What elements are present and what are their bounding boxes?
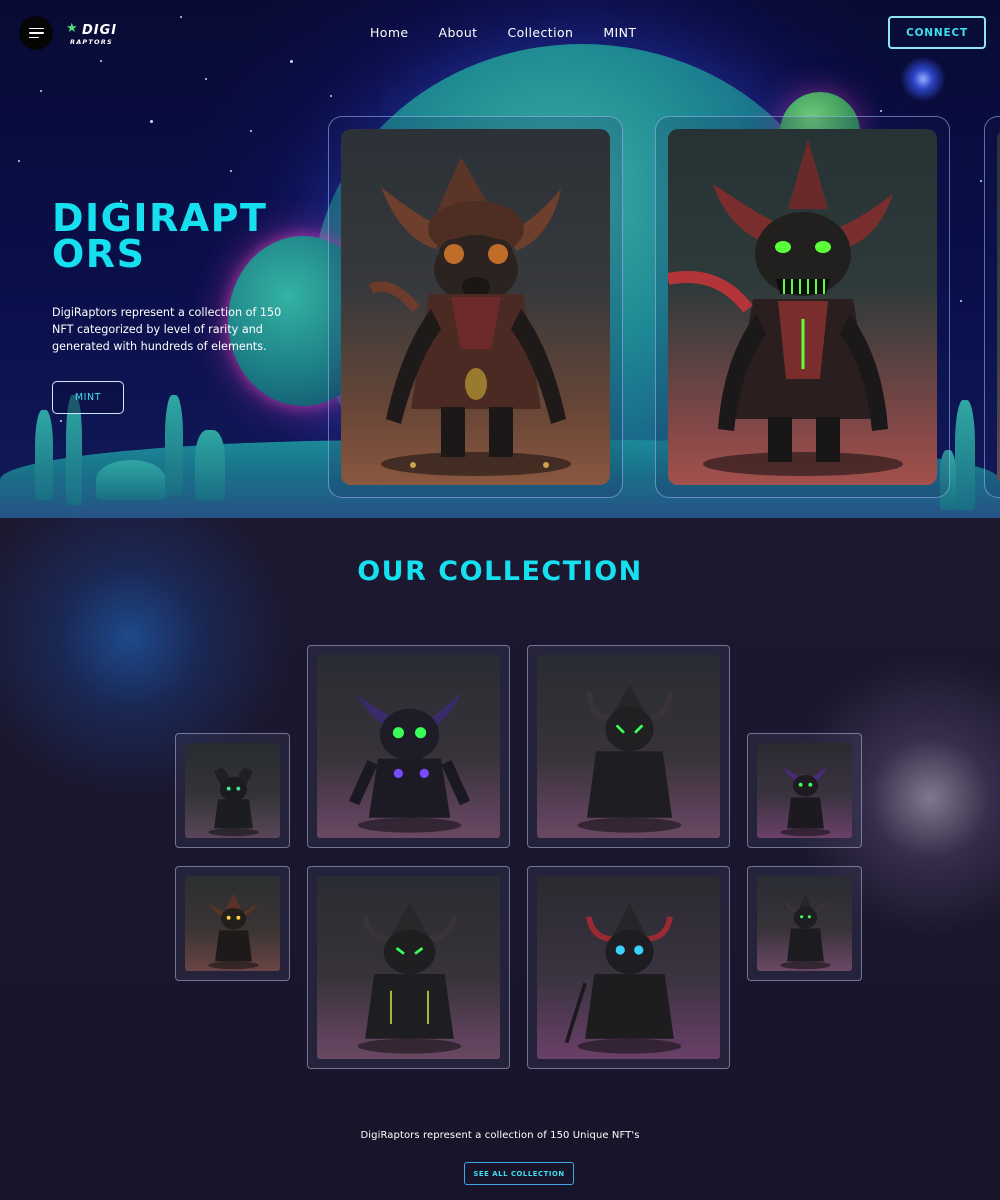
connect-button[interactable]: CONNECT [888, 16, 986, 49]
creature-illustration [577, 684, 682, 833]
collection-item[interactable] [527, 645, 730, 848]
rock-spire [165, 395, 183, 495]
creature-green-eyes-illustration [668, 139, 903, 476]
site-logo[interactable]: ★ DIGI RAPTORS [66, 22, 126, 48]
nft-thumbnail [537, 876, 720, 1059]
nft-thumbnail [317, 876, 500, 1059]
featured-nft-card[interactable] [655, 116, 950, 498]
nft-image-green-eyed-raptor [668, 129, 937, 485]
hero-description: DigiRaptors represent a collection of 15… [52, 306, 282, 353]
star [960, 300, 962, 302]
nav-about[interactable]: About [439, 25, 478, 40]
creature-illustration [357, 901, 462, 1054]
menu-line [28, 32, 44, 34]
nft-thumbnail [185, 876, 280, 971]
star [250, 130, 252, 132]
collection-item[interactable] [307, 645, 510, 848]
collection-item[interactable] [527, 866, 730, 1069]
star [330, 95, 332, 97]
hamburger-menu-button[interactable] [19, 16, 53, 50]
star [18, 160, 20, 162]
rock-spire [955, 400, 975, 510]
logo-star-icon: ★ [66, 21, 78, 36]
hero-title: DIGIRAPTORS [52, 196, 268, 276]
creature-illustration [780, 895, 831, 970]
star [205, 78, 207, 80]
collection-title: OUR COLLECTION [357, 556, 643, 587]
star [100, 60, 102, 62]
collection-item[interactable] [175, 866, 290, 981]
menu-line [28, 27, 44, 30]
see-all-collection-button[interactable]: SEE ALL COLLECTION [464, 1162, 574, 1185]
collection-item[interactable] [747, 733, 862, 848]
star [40, 90, 42, 92]
featured-nft-card[interactable] [328, 116, 623, 498]
featured-nft-card-partial[interactable] [984, 116, 1000, 498]
creature-goggles-illustration [368, 157, 571, 476]
collection-section: OUR COLLECTION DigiRaptors represent a c… [0, 518, 1000, 1200]
nav-home[interactable]: Home [370, 25, 409, 40]
nft-thumbnail [317, 655, 500, 838]
hero-section: ★ DIGI RAPTORS Home About Collection MIN… [0, 0, 1000, 518]
menu-line [28, 36, 39, 39]
creature-illustration [208, 768, 259, 837]
star [60, 420, 62, 422]
collection-description: DigiRaptors represent a collection of 15… [360, 1130, 640, 1141]
nav-collection[interactable]: Collection [507, 25, 573, 40]
main-nav: Home About Collection MINT [370, 25, 666, 40]
star [230, 170, 232, 172]
collection-item[interactable] [747, 866, 862, 981]
logo-text-sub: RAPTORS [70, 38, 113, 46]
creature-illustration [564, 903, 682, 1054]
creature-illustration [780, 767, 831, 837]
star [880, 110, 882, 112]
nft-image-goggle-raptor [341, 129, 610, 485]
rock-spire [195, 430, 225, 500]
collection-item[interactable] [175, 733, 290, 848]
nft-thumbnail [757, 743, 852, 838]
star [180, 16, 182, 18]
glow-orb [900, 56, 946, 102]
nav-mint[interactable]: MINT [603, 25, 636, 40]
star [150, 120, 153, 123]
creature-illustration [348, 692, 471, 833]
creature-illustration [208, 893, 259, 970]
nft-thumbnail [537, 655, 720, 838]
rock-spire [96, 460, 166, 500]
star [980, 180, 982, 182]
nft-thumbnail [757, 876, 852, 971]
nft-thumbnail [185, 743, 280, 838]
logo-text-main: DIGI [82, 23, 118, 38]
rock-spire [35, 410, 53, 500]
mint-button[interactable]: MINT [52, 381, 124, 414]
star [290, 60, 293, 63]
collection-item[interactable] [307, 866, 510, 1069]
